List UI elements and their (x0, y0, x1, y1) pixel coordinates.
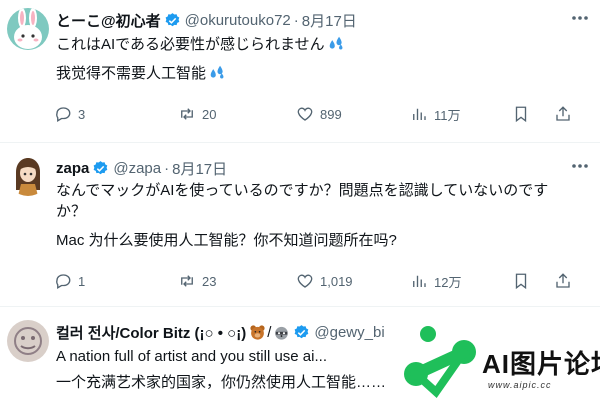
tweet-translation: Mac 为什么要使用人工智能？你不知道问题所在吗? (56, 232, 397, 249)
tweet-text: なんでマックがAIを使っているのですか？問題点を認識していないのです か？ (56, 182, 549, 220)
watermark-text: AI图片论坛 (482, 349, 600, 379)
display-name[interactable]: zapa (56, 160, 89, 177)
reply-icon (56, 274, 71, 289)
share-button[interactable] (554, 270, 578, 292)
views-button[interactable]: 12万 (410, 270, 461, 292)
more-options-icon[interactable] (570, 158, 590, 174)
repost-icon (181, 275, 193, 287)
bear-emoji-icon (250, 324, 265, 340)
avatar[interactable] (7, 154, 49, 196)
action-bar: 3 20 899 11万 (54, 103, 594, 125)
tweet-translation: 我觉得不需要人工智能 (56, 63, 226, 84)
share-icon (556, 273, 570, 288)
site-watermark: AI图片论坛 www.aipic.cc (402, 320, 600, 400)
repost-count: 23 (202, 273, 217, 289)
verified-badge-icon (165, 12, 179, 26)
anime-girl-avatar-icon (7, 154, 49, 196)
repost-count: 20 (202, 106, 217, 122)
watermark-url: www.aipic.cc (488, 380, 552, 390)
avatar[interactable] (7, 320, 49, 362)
bookmark-icon (515, 106, 527, 123)
reply-count: 3 (78, 106, 86, 122)
timestamp[interactable]: 8月17日 (302, 10, 357, 31)
view-count: 12万 (434, 274, 462, 290)
heart-icon (297, 274, 313, 288)
bookmark-button[interactable] (512, 103, 536, 125)
bunny-avatar-icon (7, 8, 49, 50)
display-name[interactable]: とーこ@初心者 (56, 10, 161, 31)
display-name[interactable]: 컬러 전사/Color Bitz (¡○ • ○¡) (56, 322, 246, 343)
like-count: 899 (320, 106, 342, 122)
watermark-logo-icon (404, 326, 476, 398)
bookmark-button[interactable] (512, 270, 536, 292)
share-button[interactable] (554, 103, 578, 125)
views-chart-icon (413, 275, 426, 287)
avatar[interactable] (7, 8, 49, 50)
verified-badge-icon (295, 324, 309, 338)
repost-button[interactable]: 20 (178, 103, 216, 125)
slash-separator: / (267, 323, 272, 341)
views-button[interactable]: 11万 (410, 103, 461, 125)
doodle-avatar-icon (7, 320, 49, 362)
like-button[interactable]: 899 (296, 103, 342, 125)
reply-icon (56, 107, 71, 122)
tweet-text: A nation full of artist and you still us… (56, 348, 327, 365)
heart-icon (297, 107, 313, 121)
reply-button[interactable]: 1 (54, 270, 85, 292)
like-button[interactable]: 1,019 (296, 270, 353, 292)
reply-count: 1 (78, 273, 86, 289)
separator-dot: · (164, 159, 170, 177)
share-icon (556, 106, 570, 121)
repost-button[interactable]: 23 (178, 270, 216, 292)
sweat-droplets-emoji-icon (210, 65, 224, 79)
handle[interactable]: @gewy_bi (314, 324, 384, 341)
tweet-translation: 一个充满艺术家的国家，你仍然使用人工智能…… (56, 374, 387, 391)
views-chart-icon (413, 108, 426, 120)
more-options-icon[interactable] (570, 10, 590, 26)
tweet[interactable]: とーこ@初心者 @okurutouko72 · 8月17日 これはAIである必要… (0, 0, 600, 142)
raccoon-emoji-icon (275, 326, 289, 340)
handle[interactable]: @zapa (113, 160, 161, 177)
sweat-droplets-emoji-icon (329, 36, 343, 50)
bookmark-icon (515, 273, 527, 290)
handle[interactable]: @okurutouko72 (185, 12, 291, 29)
timestamp[interactable]: 8月17日 (172, 158, 227, 179)
tweet-text: これはAIである必要性が感じられません (56, 34, 345, 55)
verified-badge-icon (93, 160, 108, 174)
repost-icon (181, 108, 193, 120)
separator-dot: · (293, 11, 299, 29)
like-count: 1,019 (320, 273, 353, 289)
action-bar: 1 23 1,019 12万 (54, 270, 594, 292)
reply-button[interactable]: 3 (54, 103, 85, 125)
view-count: 11万 (434, 107, 461, 123)
tweet[interactable]: zapa @zapa · 8月17日 なんでマックがAIを使っているのですか？問… (0, 142, 600, 306)
